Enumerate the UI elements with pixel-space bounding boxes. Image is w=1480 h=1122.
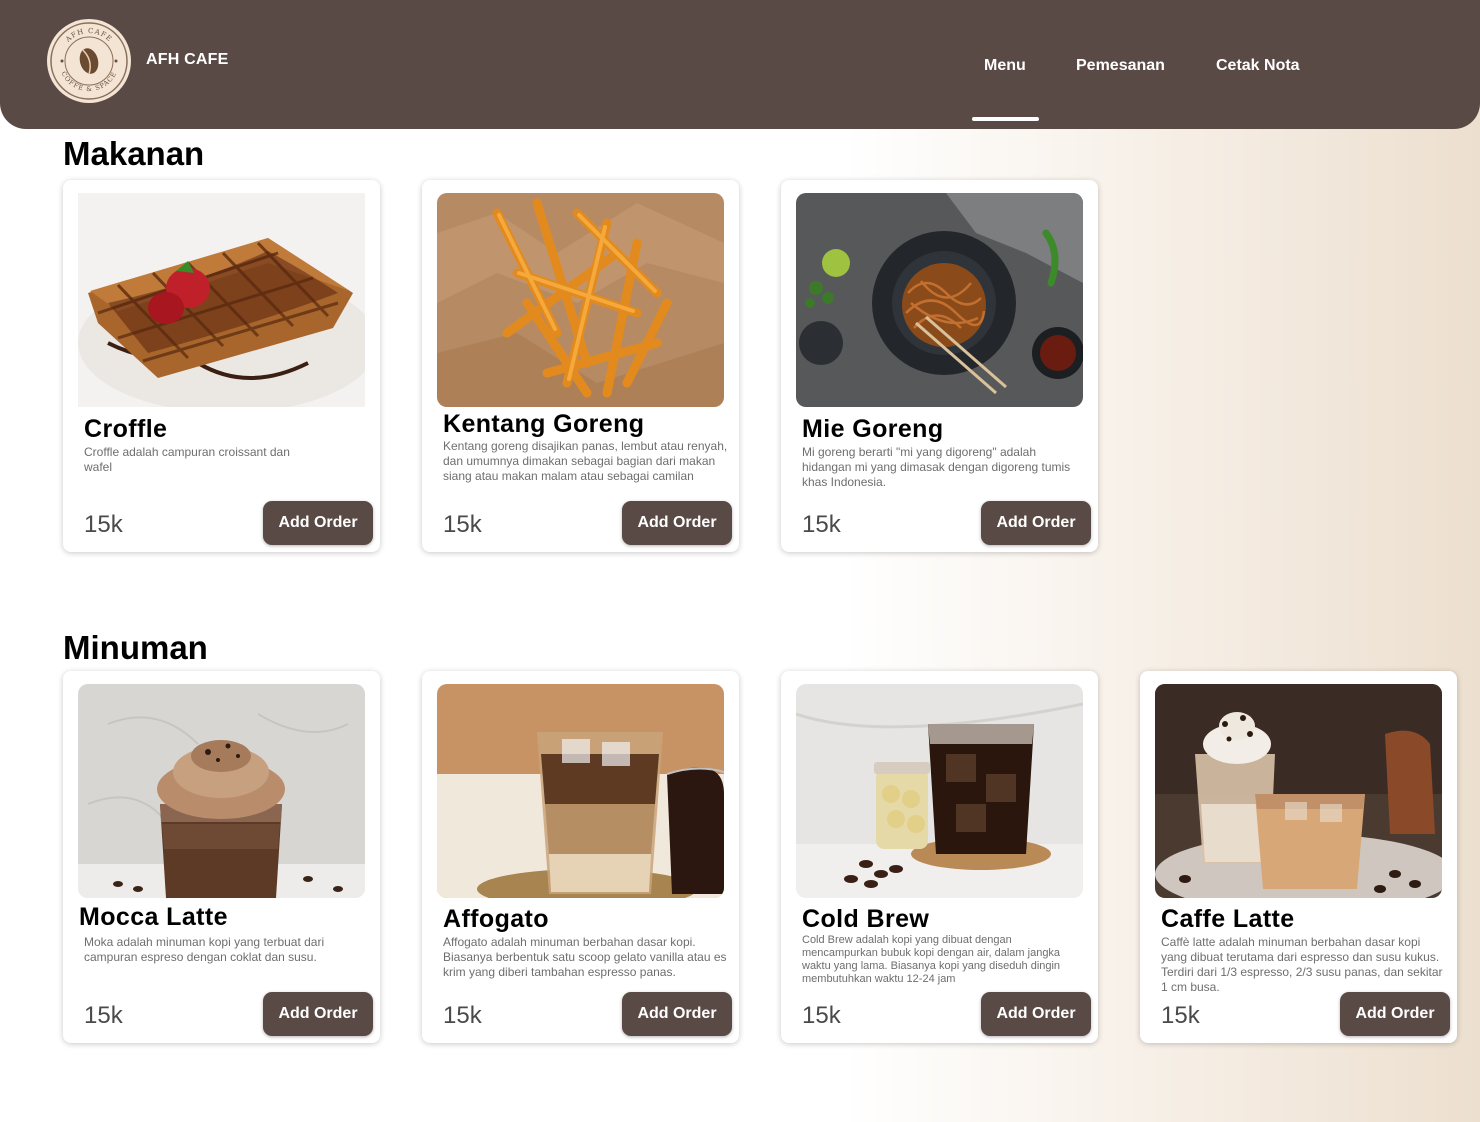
top-navbar: AFH CAFE COFFE & SPACE AFH CAFE Menu Pem… — [0, 0, 1480, 129]
menu-item-desc: Mi goreng berarti "mi yang digoreng" ada… — [802, 445, 1071, 489]
menu-item-price: 15k — [1161, 1002, 1200, 1029]
menu-item-price: 15k — [84, 1002, 123, 1029]
menu-item-name: Mie Goreng — [802, 415, 944, 443]
section-title-minuman: Minuman — [63, 629, 208, 666]
nav-pemesanan[interactable]: Pemesanan — [1076, 57, 1165, 75]
menu-item-price: 15k — [443, 511, 482, 538]
add-order-button[interactable]: Add Order — [1340, 992, 1450, 1036]
menu-item-name: Croffle — [84, 415, 168, 443]
add-order-button[interactable]: Add Order — [263, 501, 373, 545]
menu-item-desc: Affogato adalah minuman berbahan dasar k… — [443, 935, 727, 979]
nav-menu[interactable]: Menu — [984, 57, 1026, 75]
menu-card-caffe-latte: Caffe Latte Caffè latte adalah minuman b… — [1140, 671, 1457, 1043]
add-order-button[interactable]: Add Order — [622, 501, 732, 545]
menu-card-croffle: Croffle Croffle adalah campuran croissan… — [63, 180, 380, 552]
menu-item-desc: Caffè latte adalah minuman berbahan dasa… — [1161, 935, 1443, 994]
menu-card-cold-brew: Cold Brew Cold Brew adalah kopi yang dib… — [781, 671, 1098, 1043]
menu-item-desc: Croffle adalah campuran croissant dan wa… — [84, 445, 290, 474]
menu-card-kentang-goreng: Kentang Goreng Kentang goreng disajikan … — [422, 180, 739, 552]
menu-item-price: 15k — [802, 511, 841, 538]
menu-item-name: Cold Brew — [802, 905, 930, 933]
affogato-photo — [437, 684, 724, 898]
menu-item-name: Kentang Goreng — [443, 410, 645, 438]
menu-card-mocca-latte: Mocca Latte Moka adalah minuman kopi yan… — [63, 671, 380, 1043]
menu-item-price: 15k — [84, 511, 123, 538]
mie-goreng-photo — [796, 193, 1083, 407]
section-title-makanan: Makanan — [63, 135, 205, 172]
cafe-logo[interactable]: AFH CAFE COFFE & SPACE — [46, 18, 132, 104]
nav-active-indicator — [972, 117, 1039, 121]
menu-item-desc: Moka adalah minuman kopi yang terbuat da… — [84, 935, 325, 964]
caffe-latte-photo — [1155, 684, 1442, 898]
add-order-button[interactable]: Add Order — [263, 992, 373, 1036]
croffle-photo — [78, 193, 365, 407]
menu-item-name: Caffe Latte — [1161, 905, 1295, 933]
menu-item-desc: Cold Brew adalah kopi yang dibuat dengan… — [802, 934, 1061, 985]
kentang-goreng-photo — [437, 193, 724, 407]
menu-item-desc: Kentang goreng disajikan panas, lembut a… — [443, 439, 728, 483]
mocca-latte-photo — [78, 684, 365, 898]
menu-item-name: Affogato — [443, 905, 549, 933]
menu-card-mie-goreng: Mie Goreng Mi goreng berarti "mi yang di… — [781, 180, 1098, 552]
brand-name: AFH CAFE — [146, 51, 229, 68]
menu-item-name: Mocca Latte — [79, 903, 228, 931]
add-order-button[interactable]: Add Order — [981, 501, 1091, 545]
menu-card-affogato: Affogato Affogato adalah minuman berbaha… — [422, 671, 739, 1043]
cold-brew-photo — [796, 684, 1083, 898]
add-order-button[interactable]: Add Order — [622, 992, 732, 1036]
menu-item-price: 15k — [443, 1002, 482, 1029]
nav-cetak-nota[interactable]: Cetak Nota — [1216, 57, 1300, 75]
menu-item-price: 15k — [802, 1002, 841, 1029]
add-order-button[interactable]: Add Order — [981, 992, 1091, 1036]
